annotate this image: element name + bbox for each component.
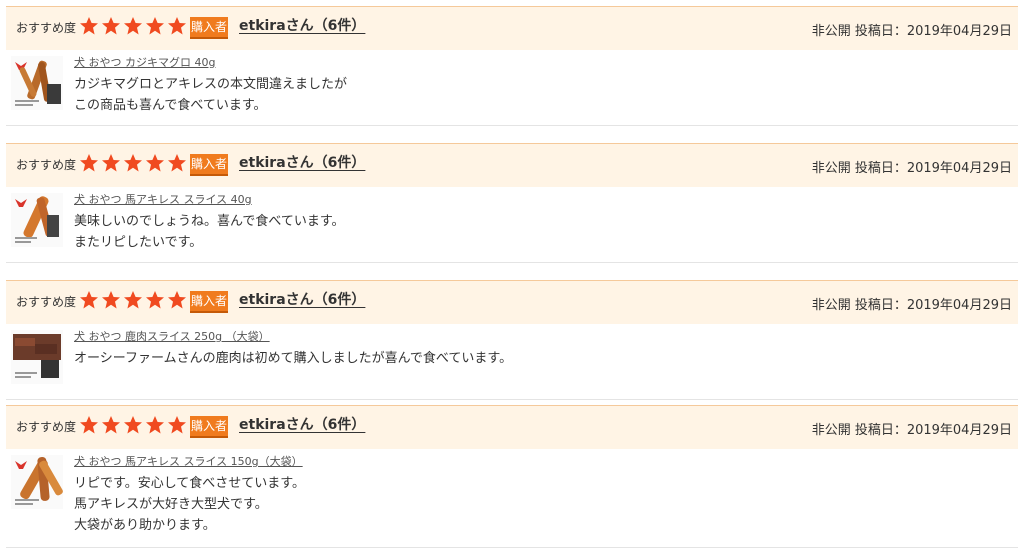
star-rating: [79, 16, 187, 38]
buyer-badge: 購入者: [190, 17, 228, 39]
star-icon: [124, 154, 142, 172]
star-icon: [80, 17, 98, 35]
product-link[interactable]: 犬 おやつ 鹿肉スライス 250g （大袋）: [74, 328, 270, 344]
star-icon: [168, 291, 186, 309]
review-header: おすすめ度 購入者 etkiraさん（6件） 非公開 投稿日：2019年04月2…: [6, 6, 1018, 50]
review-header: おすすめ度 購入者 etkiraさん（6件） 非公開 投稿日：2019年04月2…: [6, 405, 1018, 449]
star-icon: [124, 291, 142, 309]
recommendation-label: おすすめ度: [16, 295, 77, 309]
star-icon: [80, 291, 98, 309]
review-item: おすすめ度 購入者 etkiraさん（6件） 非公開 投稿日：2019年04月2…: [6, 6, 1018, 126]
buyer-badge: 購入者: [190, 416, 228, 438]
recommendation-label: おすすめ度: [16, 158, 77, 172]
review-body: 犬 おやつ 鹿肉スライス 250g （大袋） オーシーファームさんの鹿肉は初めて…: [6, 324, 1018, 400]
review-header: おすすめ度 購入者 etkiraさん（6件） 非公開 投稿日：2019年04月2…: [6, 280, 1018, 324]
star-icon: [80, 154, 98, 172]
product-thumbnail-image[interactable]: [11, 455, 63, 509]
star-rating: [79, 290, 187, 312]
star-icon: [168, 154, 186, 172]
star-icon: [80, 416, 98, 434]
product-link[interactable]: 犬 おやつ カジキマグロ 40g: [74, 54, 215, 70]
star-icon: [146, 416, 164, 434]
review-meta: 非公開 投稿日：2019年04月29日: [811, 24, 1012, 39]
reviewer-link[interactable]: etkiraさん（6件）: [239, 15, 365, 35]
review-header: おすすめ度 購入者 etkiraさん（6件） 非公開 投稿日：2019年04月2…: [6, 143, 1018, 187]
recommendation-label: おすすめ度: [16, 420, 77, 434]
review-body: 犬 おやつ 馬アキレス スライス 150g（大袋） リピです。安心して食べさせて…: [6, 449, 1018, 548]
star-icon: [102, 416, 120, 434]
product-thumbnail-image[interactable]: [11, 193, 63, 247]
review-meta: 非公開 投稿日：2019年04月29日: [811, 423, 1012, 438]
review-item: おすすめ度 購入者 etkiraさん（6件） 非公開 投稿日：2019年04月2…: [6, 405, 1018, 548]
star-icon: [146, 154, 164, 172]
product-thumbnail-image[interactable]: [11, 330, 63, 384]
review-comment: オーシーファームさんの鹿肉は初めて購入しましたが喜んで食べています。: [74, 351, 513, 366]
review-meta: 非公開 投稿日：2019年04月29日: [811, 161, 1012, 176]
star-rating: [79, 153, 187, 175]
product-thumbnail-image[interactable]: [11, 56, 63, 110]
star-icon: [124, 17, 142, 35]
reviewer-link[interactable]: etkiraさん（6件）: [239, 152, 365, 172]
review-item: おすすめ度 購入者 etkiraさん（6件） 非公開 投稿日：2019年04月2…: [6, 280, 1018, 400]
buyer-badge: 購入者: [190, 291, 228, 313]
review-item: おすすめ度 購入者 etkiraさん（6件） 非公開 投稿日：2019年04月2…: [6, 143, 1018, 263]
star-icon: [146, 17, 164, 35]
product-link[interactable]: 犬 おやつ 馬アキレス スライス 40g: [74, 191, 252, 207]
star-icon: [146, 291, 164, 309]
product-link[interactable]: 犬 おやつ 馬アキレス スライス 150g（大袋）: [74, 453, 303, 469]
star-rating: [79, 415, 187, 437]
review-body: 犬 おやつ カジキマグロ 40g カジキマグロとアキレスの本文間違えましたが こ…: [6, 50, 1018, 126]
star-icon: [102, 17, 120, 35]
review-body: 犬 おやつ 馬アキレス スライス 40g 美味しいのでしょうね。喜んで食べていま…: [6, 187, 1018, 263]
star-icon: [102, 154, 120, 172]
star-icon: [124, 416, 142, 434]
reviewer-link[interactable]: etkiraさん（6件）: [239, 414, 365, 434]
reviewer-link[interactable]: etkiraさん（6件）: [239, 289, 365, 309]
recommendation-label: おすすめ度: [16, 21, 77, 35]
review-comment: リピです。安心して食べさせています。 馬アキレスが大好き大型犬です。 大袋があり…: [74, 476, 306, 533]
star-icon: [168, 416, 186, 434]
review-comment: 美味しいのでしょうね。喜んで食べています。 またリピしたいです。: [74, 214, 345, 250]
review-meta: 非公開 投稿日：2019年04月29日: [811, 298, 1012, 313]
star-icon: [168, 17, 186, 35]
star-icon: [102, 291, 120, 309]
buyer-badge: 購入者: [190, 154, 228, 176]
review-comment: カジキマグロとアキレスの本文間違えましたが この商品も喜んで食べています。: [74, 77, 348, 113]
